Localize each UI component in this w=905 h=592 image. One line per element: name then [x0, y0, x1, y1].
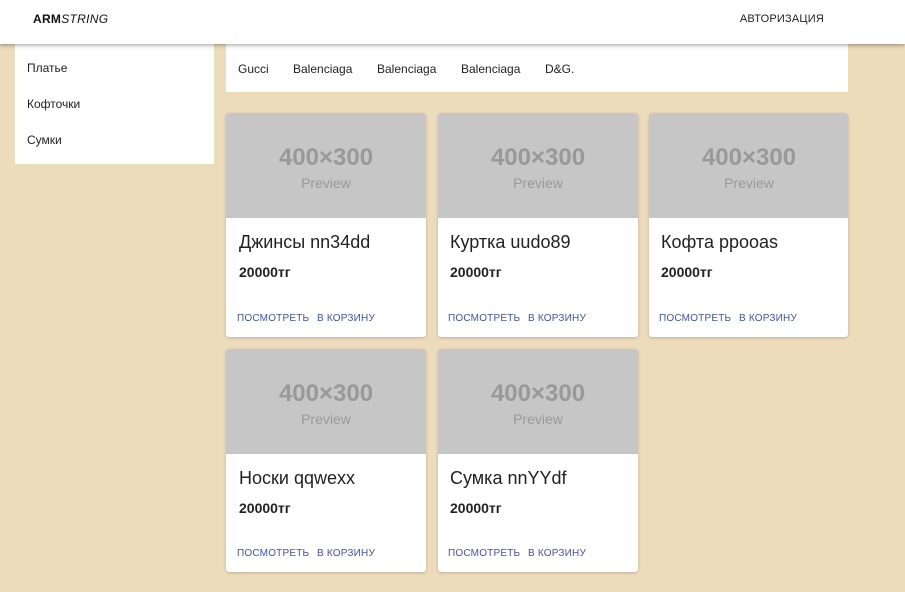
- product-card: 400×300 Preview Сумка nnYYdf 20000тг ПОС…: [438, 349, 638, 572]
- auth-button[interactable]: АВТОРИЗАЦИЯ: [740, 13, 824, 25]
- product-image-placeholder[interactable]: 400×300 Preview: [226, 349, 426, 454]
- product-title: Кофта ppooas: [661, 232, 779, 252]
- product-price: 20000тг: [450, 264, 502, 280]
- image-preview-text: Preview: [301, 411, 351, 427]
- product-title: Куртка uudo89: [450, 232, 571, 252]
- image-preview-text: Preview: [513, 411, 563, 427]
- sidebar-item-bags[interactable]: Сумки: [27, 133, 62, 147]
- image-preview-text: Preview: [724, 175, 774, 191]
- view-button[interactable]: ПОСМОТРЕТЬ: [237, 313, 309, 324]
- product-image-placeholder[interactable]: 400×300 Preview: [438, 349, 638, 454]
- logo[interactable]: ARMSTRING: [33, 12, 108, 26]
- product-title: Носки qqwexx: [239, 468, 355, 488]
- brand-link-balenciaga[interactable]: Balenciaga: [377, 62, 436, 76]
- product-price: 20000тг: [661, 264, 713, 280]
- view-button[interactable]: ПОСМОТРЕТЬ: [448, 548, 520, 559]
- product-price: 20000тг: [239, 264, 291, 280]
- product-card: 400×300 Preview Носки qqwexx 20000тг ПОС…: [226, 349, 426, 572]
- view-button[interactable]: ПОСМОТРЕТЬ: [659, 313, 731, 324]
- view-button[interactable]: ПОСМОТРЕТЬ: [448, 313, 520, 324]
- sidebar-item-dresses[interactable]: Платье: [27, 61, 67, 75]
- brand-link-dg[interactable]: D&G.: [545, 62, 574, 76]
- image-size-text: 400×300: [490, 144, 586, 171]
- brand-link-gucci[interactable]: Gucci: [238, 62, 269, 76]
- add-to-cart-button[interactable]: В КОРЗИНУ: [528, 313, 586, 324]
- product-price: 20000тг: [450, 500, 502, 516]
- brand-link-balenciaga[interactable]: Balenciaga: [461, 62, 520, 76]
- add-to-cart-button[interactable]: В КОРЗИНУ: [317, 313, 375, 324]
- image-size-text: 400×300: [278, 380, 374, 407]
- product-card: 400×300 Preview Джинсы nn34dd 20000тг ПО…: [226, 113, 426, 337]
- view-button[interactable]: ПОСМОТРЕТЬ: [237, 548, 309, 559]
- logo-bold-text: ARM: [33, 12, 62, 26]
- app-bar: ARMSTRING АВТОРИЗАЦИЯ: [0, 0, 905, 44]
- product-title: Джинсы nn34dd: [239, 232, 371, 252]
- image-size-text: 400×300: [490, 380, 586, 407]
- product-card: 400×300 Preview Кофта ppooas 20000тг ПОС…: [649, 113, 848, 337]
- add-to-cart-button[interactable]: В КОРЗИНУ: [317, 548, 375, 559]
- product-image-placeholder[interactable]: 400×300 Preview: [226, 113, 426, 218]
- product-price: 20000тг: [239, 500, 291, 516]
- logo-italic-text: STRING: [61, 12, 109, 26]
- product-title: Сумка nnYYdf: [450, 468, 567, 488]
- sidebar-item-blouses[interactable]: Кофточки: [27, 97, 80, 111]
- image-preview-text: Preview: [301, 175, 351, 191]
- product-card: 400×300 Preview Куртка uudo89 20000тг ПО…: [438, 113, 638, 337]
- brand-link-balenciaga[interactable]: Balenciaga: [293, 62, 352, 76]
- image-size-text: 400×300: [278, 144, 374, 171]
- add-to-cart-button[interactable]: В КОРЗИНУ: [528, 548, 586, 559]
- product-image-placeholder[interactable]: 400×300 Preview: [438, 113, 638, 218]
- brand-bar: Gucci Balenciaga Balenciaga Balenciaga D…: [226, 44, 848, 92]
- image-size-text: 400×300: [701, 144, 797, 171]
- image-preview-text: Preview: [513, 175, 563, 191]
- add-to-cart-button[interactable]: В КОРЗИНУ: [739, 313, 797, 324]
- category-sidebar: Платье Кофточки Сумки: [15, 44, 214, 164]
- product-image-placeholder[interactable]: 400×300 Preview: [649, 113, 848, 218]
